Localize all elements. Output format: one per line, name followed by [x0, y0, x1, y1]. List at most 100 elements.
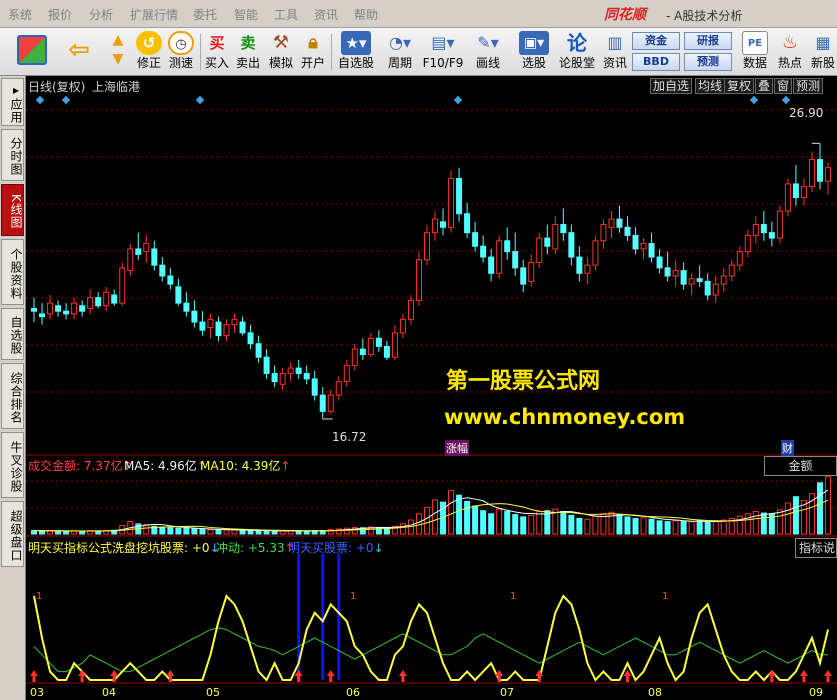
forum-button[interactable]: 论 论股堂 — [558, 30, 596, 74]
back-button[interactable]: ⇦ — [62, 30, 96, 74]
candle-body — [560, 224, 567, 234]
volume-bar — [39, 530, 46, 535]
self-select-button[interactable]: ★▾ 自选股 — [334, 30, 378, 74]
candle-body — [768, 232, 775, 239]
layout-button[interactable] — [12, 30, 52, 74]
impulse-line — [33, 627, 828, 673]
f10-button[interactable]: ▤▾ F10/F9 — [421, 30, 465, 74]
info-diamond — [453, 95, 463, 105]
menu-info[interactable]: 资讯 — [314, 6, 338, 23]
candle-body — [672, 270, 679, 277]
tab-super-panel[interactable]: 超级盘口 — [1, 501, 24, 567]
indicator-explain-tag[interactable]: 指标说 — [795, 538, 837, 558]
volume-ma5: MA5: 4.96亿↑ — [124, 457, 207, 474]
impulse-indicator: 冲动: +5.33↑ — [216, 539, 295, 556]
draw-line-button[interactable]: ✎▾ 画线 — [470, 30, 506, 74]
data-button[interactable]: PE 数据 — [740, 30, 770, 74]
candle-body — [816, 159, 823, 182]
open-label: 开户 — [300, 56, 325, 70]
forum-icon: 论 — [567, 31, 587, 55]
month-label: 04 — [102, 686, 116, 699]
menu-tools[interactable]: 工具 — [274, 6, 298, 23]
menu-smart[interactable]: 智能 — [234, 6, 258, 23]
arrow-up-icon: ▲ — [112, 32, 124, 48]
buy-arrow-icon — [78, 670, 87, 682]
month-label: 03 — [30, 686, 44, 699]
buy-button[interactable]: 买 买入 — [203, 30, 231, 74]
candle-body — [151, 248, 158, 266]
pick-stock-button[interactable]: ▣▾ 选股 — [512, 30, 556, 74]
candle-body — [103, 291, 110, 307]
event-tag-finance[interactable]: 财 — [781, 440, 794, 456]
amount-tag[interactable]: 金额 — [764, 456, 837, 476]
volume-bar — [576, 517, 583, 535]
volume-title: 成交金额: 7.37亿↑ — [28, 457, 133, 474]
scroll-updown-button[interactable]: ▲ ▼ — [106, 30, 130, 74]
candle-body — [375, 337, 382, 347]
watermark-title: 第一股票公式网 — [446, 369, 601, 394]
volume-bar — [560, 510, 567, 535]
menu-trade[interactable]: 委托 — [193, 6, 217, 23]
open-account-button[interactable]: 🔒︎ 开户 — [299, 30, 327, 74]
candle-body — [512, 251, 519, 269]
menu-system[interactable]: 系统 — [8, 6, 32, 23]
tab-apps[interactable]: ▸应用 — [1, 78, 24, 126]
simulate-button[interactable]: ⚒ 模拟 — [266, 30, 296, 74]
candle-body — [712, 283, 719, 296]
chart-svg — [26, 95, 837, 684]
kline-chart-area[interactable]: 日线(复权) 上海临港 加自选 均线 复权 叠 窗 预测 26.90 16.72… — [26, 76, 837, 700]
news-button[interactable]: ▥ 资讯 — [600, 30, 630, 74]
menu-analysis[interactable]: 分析 — [89, 6, 113, 23]
overlay-button[interactable]: 叠 — [755, 78, 774, 94]
add-watchlist-button[interactable]: 加自选 — [650, 78, 693, 94]
tab-kline[interactable]: K线图 — [1, 184, 24, 236]
tab-diagnosis[interactable]: 牛叉诊股 — [1, 432, 24, 498]
new-stock-button[interactable]: ▦ 新股 — [808, 30, 837, 74]
sell-button[interactable]: 卖 卖出 — [234, 30, 262, 74]
hot-button[interactable]: ♨ 热点 — [775, 30, 805, 74]
news-icon: ▥ — [607, 33, 623, 52]
tab-stock-profile[interactable]: 个股资料 — [1, 239, 24, 305]
volume-bar — [63, 530, 70, 535]
forecast-button[interactable]: 预测 — [684, 53, 732, 71]
volume-bar — [624, 516, 631, 535]
candle-body — [119, 267, 126, 304]
restore-rights-button[interactable]: 复权 — [724, 78, 755, 94]
buy-label: 买入 — [204, 56, 229, 70]
volume-bar — [247, 530, 254, 535]
forecast-chart-button[interactable]: 预测 — [793, 78, 824, 94]
info-diamond — [749, 95, 759, 105]
speed-test-button[interactable]: ◷ 测速 — [166, 30, 196, 74]
menu-help[interactable]: 帮助 — [354, 6, 378, 23]
candle-body — [63, 310, 70, 315]
research-button[interactable]: 研报 — [684, 32, 732, 50]
volume-bar — [167, 527, 174, 535]
candle-body — [199, 321, 206, 331]
candle-body — [327, 394, 334, 412]
tab-watchlist[interactable]: 自选股 — [1, 308, 24, 360]
window-button[interactable]: 窗 — [774, 78, 793, 94]
tab-intraday[interactable]: 分时图 — [1, 129, 24, 181]
fund-button[interactable]: 资金 — [632, 32, 680, 50]
period-label[interactable]: 日线(复权) — [28, 78, 85, 95]
simulate-label: 模拟 — [268, 56, 293, 70]
volume-bar — [760, 512, 767, 535]
volume-bar — [464, 500, 471, 535]
candle-body — [448, 178, 455, 228]
hammer-icon: ⚒ — [272, 32, 290, 53]
menu-quote[interactable]: 报价 — [48, 6, 72, 23]
candle-body — [744, 234, 751, 253]
period-button[interactable]: ◔▾ 周期 — [380, 30, 420, 74]
candle-body — [95, 297, 102, 307]
candle-body — [79, 305, 86, 312]
ma-button[interactable]: 均线 — [695, 78, 726, 94]
fix-button[interactable]: ↺ 修正 — [134, 30, 164, 74]
toolbar: ⇦ ▲ ▼ ↺ 修正 ◷ 测速 买 买入 卖 卖出 ⚒ 模拟 🔒︎ 开户 ★▾ … — [0, 28, 837, 76]
tab-ranking[interactable]: 综合排名 — [1, 363, 24, 429]
menu-extended[interactable]: 扩展行情 — [130, 6, 178, 23]
event-tag-rise[interactable]: 涨幅 — [445, 440, 469, 456]
document-icon: ▤▾ — [431, 33, 455, 52]
bbd-button[interactable]: BBD — [632, 53, 680, 71]
volume-bar — [191, 528, 198, 535]
info-diamond — [35, 95, 45, 105]
